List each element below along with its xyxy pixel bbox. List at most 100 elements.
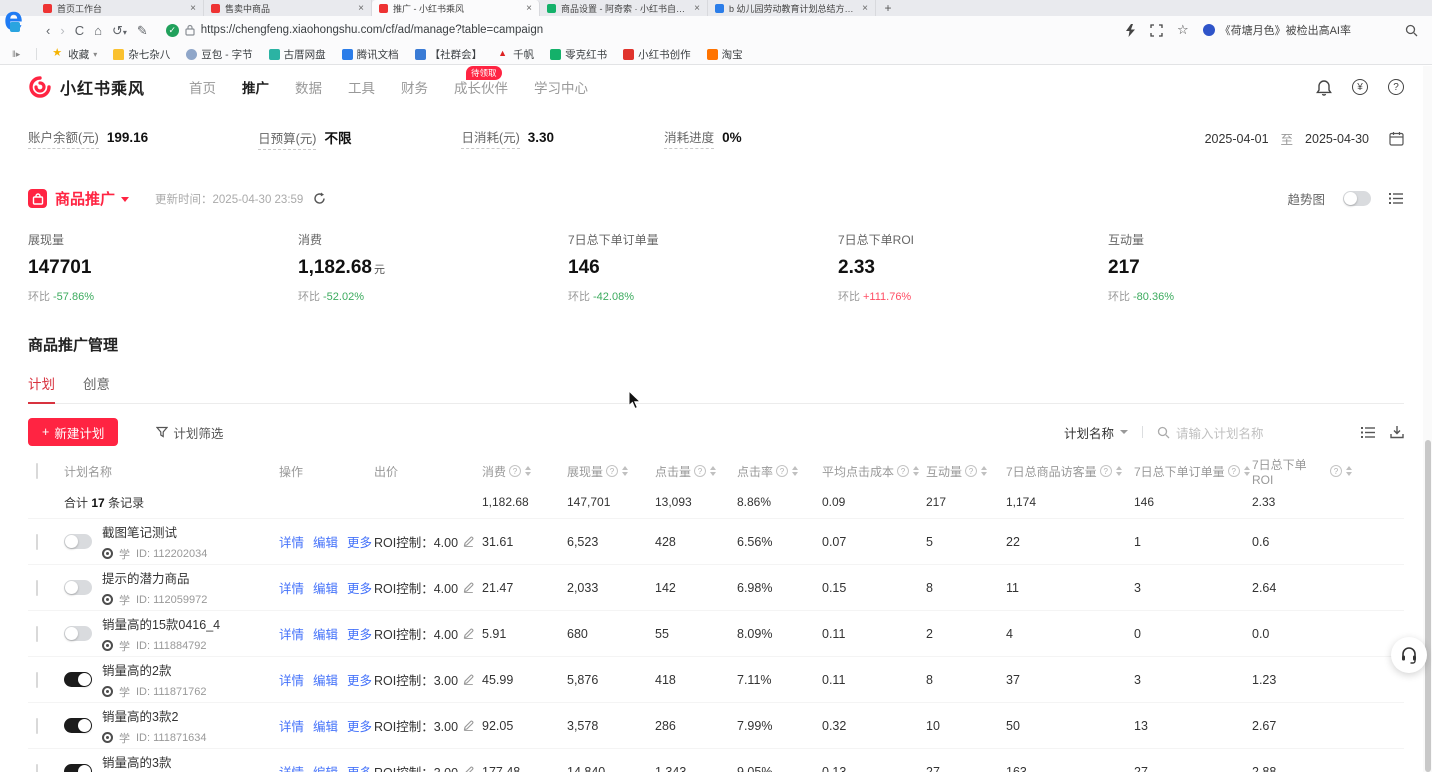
- col-roi[interactable]: 7日总下单ROI?: [1252, 456, 1352, 487]
- reload-icon[interactable]: C: [75, 24, 84, 37]
- detail-link[interactable]: 详情: [279, 578, 304, 597]
- col-impressions[interactable]: 展现量?: [567, 463, 655, 480]
- nav-item[interactable]: 数据: [295, 77, 322, 97]
- nav-item[interactable]: 成长伙伴 待领取: [454, 77, 508, 97]
- info-icon[interactable]: ?: [694, 465, 706, 477]
- custom-columns-icon[interactable]: [1361, 426, 1376, 439]
- sort-icon[interactable]: [981, 466, 987, 476]
- info-icon[interactable]: ?: [897, 465, 909, 477]
- new-plan-button[interactable]: +新建计划: [28, 418, 118, 446]
- tab-close-icon[interactable]: ×: [190, 3, 196, 14]
- customer-service-button[interactable]: [1391, 637, 1427, 673]
- info-icon[interactable]: ?: [1100, 465, 1112, 477]
- row-checkbox[interactable]: [36, 626, 38, 642]
- page-scrollbar[interactable]: [1423, 66, 1432, 772]
- detail-link[interactable]: 详情: [279, 624, 304, 643]
- more-link[interactable]: 更多: [347, 762, 372, 772]
- trend-chart-toggle[interactable]: [1343, 191, 1371, 206]
- plan-name[interactable]: 销量高的15款0416_4: [102, 618, 220, 632]
- search-icon[interactable]: [1405, 24, 1418, 37]
- new-tab-button[interactable]: +: [876, 0, 900, 16]
- info-icon[interactable]: ?: [965, 465, 977, 477]
- bookmarks-sidebar-icon[interactable]: ‖▸: [12, 49, 20, 60]
- bookmark-item[interactable]: 【社群会】: [415, 47, 483, 62]
- scrollbar-thumb[interactable]: [1425, 440, 1431, 772]
- browser-notice[interactable]: 《荷塘月色》被检出高AI率: [1203, 22, 1351, 38]
- plan-name[interactable]: 销量高的3款2: [102, 710, 178, 724]
- bookmark-item[interactable]: 千帆: [498, 47, 534, 62]
- edit-pencil-icon[interactable]: [463, 766, 474, 772]
- metric-settings-icon[interactable]: [1389, 192, 1404, 205]
- overview-title[interactable]: 商品推广: [55, 188, 115, 209]
- more-link[interactable]: 更多: [347, 532, 372, 551]
- bookmark-item[interactable]: 豆包 - 字节: [186, 47, 252, 62]
- sort-icon[interactable]: [1346, 466, 1352, 476]
- calendar-icon[interactable]: [1389, 131, 1404, 146]
- manage-tab[interactable]: 计划: [28, 373, 55, 403]
- sort-icon[interactable]: [1116, 466, 1122, 476]
- bookmark-item[interactable]: 零克红书: [550, 47, 607, 62]
- edit-pencil-icon[interactable]: [463, 628, 474, 639]
- nav-item[interactable]: 学习中心: [534, 77, 588, 97]
- bookmark-item[interactable]: 腾讯文档: [342, 47, 399, 62]
- row-checkbox[interactable]: [36, 672, 38, 688]
- plan-toggle[interactable]: [64, 626, 92, 641]
- search-field-select[interactable]: 计划名称: [1064, 423, 1128, 442]
- detail-link[interactable]: 详情: [279, 670, 304, 689]
- url-box[interactable]: ✓ https://chengfeng.xiaohongshu.com/cf/a…: [158, 20, 1115, 40]
- tab-close-icon[interactable]: ×: [526, 3, 532, 14]
- screenshot-icon[interactable]: [1150, 24, 1163, 37]
- col-cost[interactable]: 消费?: [482, 463, 567, 480]
- row-checkbox[interactable]: [36, 718, 38, 734]
- browser-tab[interactable]: 商品设置 - 阿奇索 · 小红书自动… ×: [540, 0, 708, 16]
- edit-pencil-icon[interactable]: [463, 536, 474, 547]
- plan-name[interactable]: 销量高的2款: [102, 664, 171, 678]
- nav-item[interactable]: 首页: [189, 77, 216, 97]
- detail-link[interactable]: 详情: [279, 716, 304, 735]
- browser-tab[interactable]: 推广 - 小红书乘风 ×: [372, 0, 540, 16]
- info-icon[interactable]: ?: [606, 465, 618, 477]
- tab-close-icon[interactable]: ×: [862, 3, 868, 14]
- browser-logo[interactable]: e: [4, 0, 36, 40]
- plan-name[interactable]: 截图笔记测试: [102, 526, 177, 540]
- plan-name[interactable]: 销量高的3款: [102, 756, 171, 770]
- select-all-checkbox[interactable]: [36, 463, 38, 479]
- plan-name[interactable]: 提示的潜力商品: [102, 572, 190, 586]
- bookmark-item[interactable]: 淘宝: [707, 47, 743, 62]
- edit-link[interactable]: 编辑: [313, 670, 338, 689]
- manage-tab[interactable]: 创意: [83, 373, 110, 403]
- edit-link[interactable]: 编辑: [313, 624, 338, 643]
- recharge-icon[interactable]: ¥: [1352, 79, 1368, 95]
- col-cpc[interactable]: 平均点击成本?: [822, 463, 926, 480]
- plan-toggle[interactable]: [64, 764, 92, 772]
- detail-link[interactable]: 详情: [279, 532, 304, 551]
- plan-search-input[interactable]: 请输入计划名称: [1157, 423, 1347, 442]
- bookmark-item[interactable]: 古厝网盘: [269, 47, 326, 62]
- more-link[interactable]: 更多: [347, 716, 372, 735]
- plan-toggle[interactable]: [64, 534, 92, 549]
- download-icon[interactable]: [1390, 425, 1404, 439]
- sort-icon[interactable]: [913, 466, 919, 476]
- col-visitors[interactable]: 7日总商品访客量?: [1006, 463, 1134, 480]
- date-start[interactable]: 2025-04-01: [1205, 132, 1269, 146]
- nav-item[interactable]: 推广: [242, 77, 269, 97]
- more-link[interactable]: 更多: [347, 578, 372, 597]
- edit-link[interactable]: 编辑: [313, 578, 338, 597]
- browser-tab[interactable]: 售卖中商品 ×: [204, 0, 372, 16]
- back-icon[interactable]: ‹: [46, 24, 50, 37]
- sort-icon[interactable]: [525, 466, 531, 476]
- plan-filter-button[interactable]: 计划筛选: [156, 423, 223, 442]
- row-checkbox[interactable]: [36, 580, 38, 596]
- more-link[interactable]: 更多: [347, 670, 372, 689]
- tab-close-icon[interactable]: ×: [358, 3, 364, 14]
- nav-item[interactable]: 财务: [401, 77, 428, 97]
- edit-link[interactable]: 编辑: [313, 762, 338, 772]
- nav-item[interactable]: 工具: [348, 77, 375, 97]
- col-name[interactable]: 计划名称: [64, 463, 279, 480]
- plan-toggle[interactable]: [64, 718, 92, 733]
- lightning-icon[interactable]: [1125, 24, 1136, 37]
- browser-tab[interactable]: 首页工作台 ×: [36, 0, 204, 16]
- detail-link[interactable]: 详情: [279, 762, 304, 772]
- sort-icon[interactable]: [622, 466, 628, 476]
- info-icon[interactable]: ?: [1330, 465, 1342, 477]
